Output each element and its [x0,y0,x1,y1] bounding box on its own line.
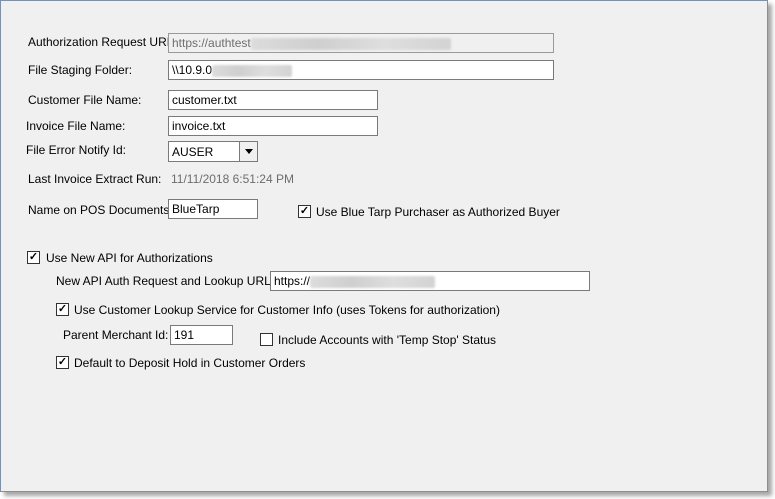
use-bluetarp-purchaser-label: Use Blue Tarp Purchaser as Authorized Bu… [316,205,560,219]
settings-panel: Authorization Request URL: https://autht… [0,0,768,492]
use-customer-lookup-checkbox[interactable]: ✓ [56,303,69,316]
auth-request-url-value: https://authtest [172,36,251,50]
new-api-url-field[interactable]: https:// [270,271,590,291]
use-customer-lookup-label: Use Customer Lookup Service for Customer… [74,303,500,317]
auth-request-url-field[interactable]: https://authtest [168,33,554,53]
customer-file-name-label: Customer File Name: [28,93,142,107]
chevron-down-icon [244,149,253,154]
invoice-file-name-field[interactable]: invoice.txt [168,116,378,136]
file-error-notify-label: File Error Notify Id: [26,143,127,157]
file-staging-folder-field[interactable]: \\10.9.0 [168,60,554,80]
use-new-api-label: Use New API for Authorizations [46,251,213,265]
file-staging-folder-label: File Staging Folder: [28,63,133,77]
default-deposit-hold-label: Default to Deposit Hold in Customer Orde… [74,356,306,370]
redacted-blur [212,64,293,77]
new-api-url-value: https:// [274,274,311,288]
invoice-file-name-label: Invoice File Name: [26,119,126,133]
redacted-blur [250,37,451,50]
name-on-pos-field[interactable]: BlueTarp [168,199,258,219]
name-on-pos-label: Name on POS Documents: [28,203,173,217]
file-error-notify-combobox[interactable]: AUSER [168,141,258,162]
use-bluetarp-purchaser-checkbox[interactable]: ✓ [298,205,311,218]
file-error-notify-value: AUSER [172,145,214,159]
file-staging-folder-value: \\10.9.0 [172,63,213,77]
default-deposit-hold-checkbox[interactable]: ✓ [56,356,69,369]
dropdown-arrow-button[interactable] [239,142,257,161]
redacted-blur [310,275,436,288]
use-new-api-checkbox[interactable]: ✓ [27,251,40,264]
parent-merchant-label: Parent Merchant Id: [63,328,169,342]
last-invoice-extract-label: Last Invoice Extract Run: [28,172,162,186]
last-invoice-extract-value: 11/11/2018 6:51:24 PM [171,172,294,186]
auth-request-url-label: Authorization Request URL: [28,35,177,49]
customer-file-name-field[interactable]: customer.txt [168,90,378,110]
include-temp-stop-checkbox[interactable] [260,333,273,346]
new-api-url-label: New API Auth Request and Lookup URL: [56,274,275,288]
parent-merchant-field[interactable]: 191 [170,325,233,345]
include-temp-stop-label: Include Accounts with 'Temp Stop' Status [278,333,497,347]
